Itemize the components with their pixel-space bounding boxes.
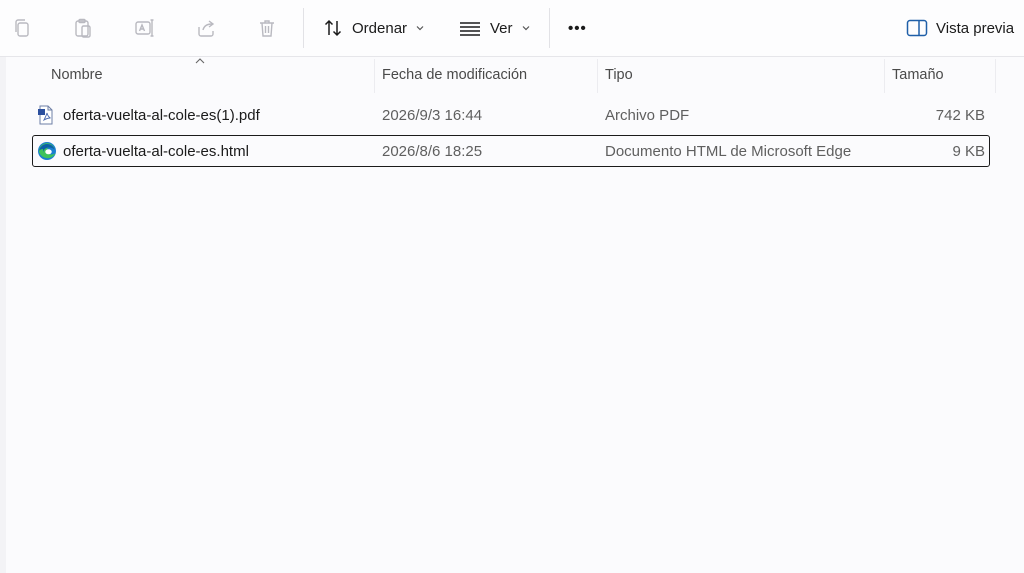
file-modified: 2026/8/6 18:25 [382,142,483,160]
column-divider[interactable] [374,59,375,93]
copy-icon[interactable] [8,14,36,42]
preview-pane-icon [906,19,928,37]
column-divider[interactable] [884,59,885,93]
file-size: 9 KB [952,142,985,160]
column-header-type[interactable]: Tipo [605,57,881,93]
edge-html-file-icon [38,142,56,160]
column-header-size-label: Tamaño [892,67,944,83]
file-size: 742 KB [935,106,985,124]
more-options-icon: ••• [568,19,587,37]
preview-pane-label: Vista previa [936,19,1015,37]
file-row-selected[interactable]: oferta-vuelta-al-cole-es.html 2026/8/6 1… [32,135,990,167]
view-list-icon [460,22,480,36]
toolbar-separator [303,8,304,48]
share-icon[interactable] [192,14,220,42]
chevron-down-icon [416,26,424,31]
pdf-file-icon [38,105,53,125]
column-header-type-label: Tipo [605,67,633,83]
file-type: Documento HTML de Microsoft Edge [605,142,852,160]
file-name: oferta-vuelta-al-cole-es(1).pdf [63,106,260,124]
column-header-name-label: Nombre [51,67,103,83]
file-modified: 2026/9/3 16:44 [382,106,483,124]
paste-icon[interactable] [69,14,97,42]
preview-pane-button[interactable]: Vista previa [906,14,1014,42]
chevron-down-icon [522,26,529,31]
column-divider[interactable] [597,59,598,93]
column-header-name[interactable]: Nombre [51,57,371,93]
navigation-pane-edge [0,57,6,573]
file-row[interactable]: oferta-vuelta-al-cole-es(1).pdf 2026/9/3… [32,99,990,131]
rename-icon[interactable] [130,14,158,42]
sort-button[interactable]: Ordenar [322,14,425,42]
more-options-button[interactable]: ••• [568,14,587,42]
column-header-modified-label: Fecha de modificación [382,67,528,83]
toolbar-separator [549,8,550,48]
delete-icon[interactable] [253,14,281,42]
file-name: oferta-vuelta-al-cole-es.html [63,142,249,160]
command-bar: Ordenar Ver ••• Vista previa [0,0,1024,57]
file-type: Archivo PDF [605,106,690,124]
sort-icon [324,19,342,37]
view-label: Ver [490,19,513,37]
view-button[interactable]: Ver [458,14,531,42]
sort-label: Ordenar [352,19,408,37]
column-header-modified[interactable]: Fecha de modificación [382,57,594,93]
column-header-row: Nombre Fecha de modificación Tipo Tamaño [0,57,1000,93]
column-header-size[interactable]: Tamaño [892,57,992,93]
column-divider[interactable] [995,59,996,93]
